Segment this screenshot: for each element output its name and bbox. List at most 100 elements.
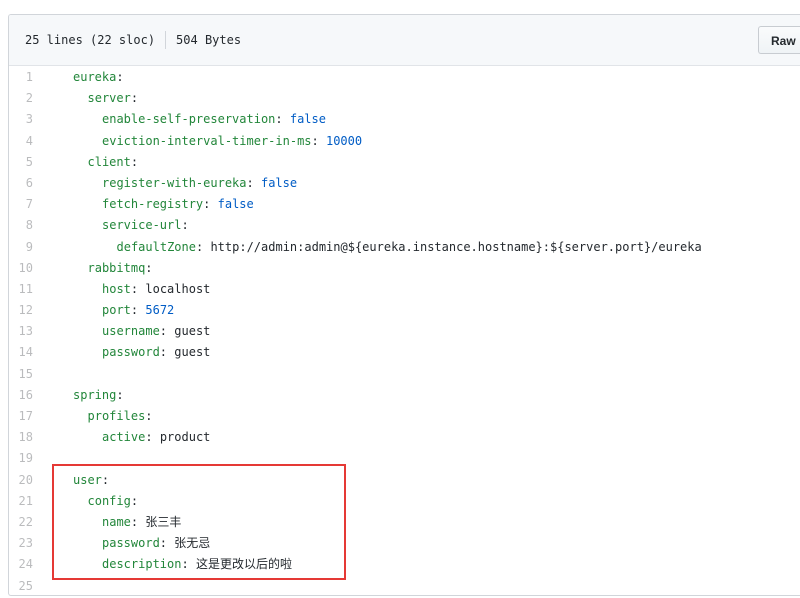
- line-number[interactable]: 15: [9, 364, 53, 385]
- code-line: 4 eviction-interval-timer-in-ms: 10000: [9, 131, 800, 152]
- line-number[interactable]: 22: [9, 512, 53, 533]
- code-text: port: 5672: [102, 303, 175, 318]
- yaml-value: localhost: [145, 281, 211, 296]
- line-number[interactable]: 16: [9, 385, 53, 406]
- yaml-key: server: [87, 91, 131, 106]
- code-line: 7 fetch-registry: false: [9, 194, 800, 215]
- code-line: 10 rabbitmq:: [9, 258, 800, 279]
- code-line: 16 spring:: [9, 385, 800, 406]
- yaml-key: active: [102, 430, 146, 445]
- yaml-key: client: [87, 154, 131, 169]
- line-number[interactable]: 18: [9, 427, 53, 448]
- yaml-key: fetch-registry: [102, 197, 204, 212]
- code-line: 25: [9, 576, 800, 596]
- yaml-key: rabbitmq: [87, 260, 146, 275]
- code-line: 2 server:: [9, 88, 800, 109]
- code-text: register-with-eureka: false: [102, 175, 298, 190]
- file-header: 25 lines (22 sloc) 504 Bytes: [9, 15, 800, 66]
- yaml-value: false: [217, 197, 254, 212]
- line-number[interactable]: 4: [9, 131, 53, 152]
- yaml-key: password: [102, 536, 160, 551]
- code-line: 20 user:: [9, 470, 800, 491]
- yaml-key: port: [102, 303, 131, 318]
- line-number[interactable]: 2: [9, 88, 53, 109]
- code-line: 11 host: localhost: [9, 279, 800, 300]
- line-number[interactable]: 8: [9, 215, 53, 236]
- divider: [165, 31, 167, 49]
- yaml-value: guest: [174, 345, 211, 360]
- line-number[interactable]: 17: [9, 406, 53, 427]
- code-text: profiles:: [87, 409, 153, 423]
- code-text: description: 这是更改以后的啦: [102, 557, 292, 572]
- code-line: 1 eureka:: [9, 67, 800, 88]
- code-line: 6 register-with-eureka: false: [9, 173, 800, 194]
- code-line: 23 password: 张无忌: [9, 533, 800, 554]
- raw-button[interactable]: Raw: [758, 26, 800, 54]
- code-line: 19: [9, 448, 800, 469]
- yaml-key: name: [102, 514, 131, 529]
- line-number[interactable]: 3: [9, 109, 53, 130]
- yaml-key: eviction-interval-timer-in-ms: [102, 133, 312, 148]
- code-line: 24 description: 这是更改以后的啦: [9, 554, 800, 575]
- file-info: 25 lines (22 sloc) 504 Bytes: [9, 31, 241, 49]
- line-number[interactable]: 23: [9, 533, 53, 554]
- code-text: service-url:: [102, 218, 189, 233]
- line-number[interactable]: 6: [9, 173, 53, 194]
- code-line: 15: [9, 364, 800, 385]
- line-number[interactable]: 1: [9, 67, 53, 88]
- yaml-value: 这是更改以后的啦: [195, 557, 292, 572]
- code-line: 8 service-url:: [9, 215, 800, 236]
- yaml-key: user: [73, 472, 102, 487]
- line-number[interactable]: 20: [9, 470, 53, 491]
- code-text: user:: [73, 472, 110, 487]
- line-number[interactable]: 12: [9, 300, 53, 321]
- code-text: client:: [87, 154, 139, 169]
- yaml-key: eureka: [73, 70, 117, 84]
- file-viewer: 25 lines (22 sloc) 504 Bytes Raw 1 eureka…: [8, 14, 800, 596]
- line-number[interactable]: 9: [9, 237, 53, 258]
- code-text: spring:: [73, 387, 124, 402]
- code-line: 9 defaultZone: http://admin:admin@${eurek…: [9, 237, 800, 258]
- code-listing: 1 eureka: 2 server: 3 enable-self-preservatio…: [9, 67, 800, 596]
- code-line: 12 port: 5672: [9, 300, 800, 321]
- line-number[interactable]: 10: [9, 258, 53, 279]
- code-text: rabbitmq:: [87, 260, 153, 275]
- yaml-key: register-with-eureka: [102, 175, 247, 190]
- yaml-key: host: [102, 281, 131, 296]
- yaml-key: description: [102, 557, 182, 572]
- yaml-value: 张三丰: [145, 514, 182, 529]
- yaml-key: service-url: [102, 218, 182, 233]
- code-line: 22 name: 张三丰: [9, 512, 800, 533]
- line-number[interactable]: 7: [9, 194, 53, 215]
- yaml-value: false: [289, 112, 326, 127]
- code-text: eviction-interval-timer-in-ms: 10000: [102, 133, 363, 148]
- code-text: server:: [87, 91, 139, 106]
- line-number[interactable]: 11: [9, 279, 53, 300]
- yaml-key: enable-self-preservation: [102, 112, 276, 127]
- line-number[interactable]: 24: [9, 554, 53, 575]
- line-number[interactable]: 19: [9, 448, 53, 469]
- yaml-value: 10000: [325, 133, 363, 148]
- line-number[interactable]: 21: [9, 491, 53, 512]
- yaml-key: spring: [73, 387, 117, 402]
- code-text: password: guest: [102, 345, 211, 360]
- file-size: 504 Bytes: [176, 33, 242, 47]
- yaml-key: profiles: [87, 409, 146, 423]
- code-line: 5 client:: [9, 152, 800, 173]
- code-line: 21 config:: [9, 491, 800, 512]
- line-number[interactable]: 5: [9, 152, 53, 173]
- line-number[interactable]: 13: [9, 321, 53, 342]
- code-line: 18 active: product: [9, 427, 800, 448]
- code-text: password: 张无忌: [102, 536, 211, 551]
- code-text: config:: [87, 493, 139, 508]
- code-text: fetch-registry: false: [102, 197, 254, 212]
- line-number[interactable]: 25: [9, 576, 53, 596]
- code-text: name: 张三丰: [102, 514, 182, 529]
- code-text: username: guest: [102, 324, 211, 339]
- yaml-key: config: [87, 493, 131, 508]
- code-text: host: localhost: [102, 281, 211, 296]
- code-line: 13 username: guest: [9, 321, 800, 342]
- line-number[interactable]: 14: [9, 342, 53, 363]
